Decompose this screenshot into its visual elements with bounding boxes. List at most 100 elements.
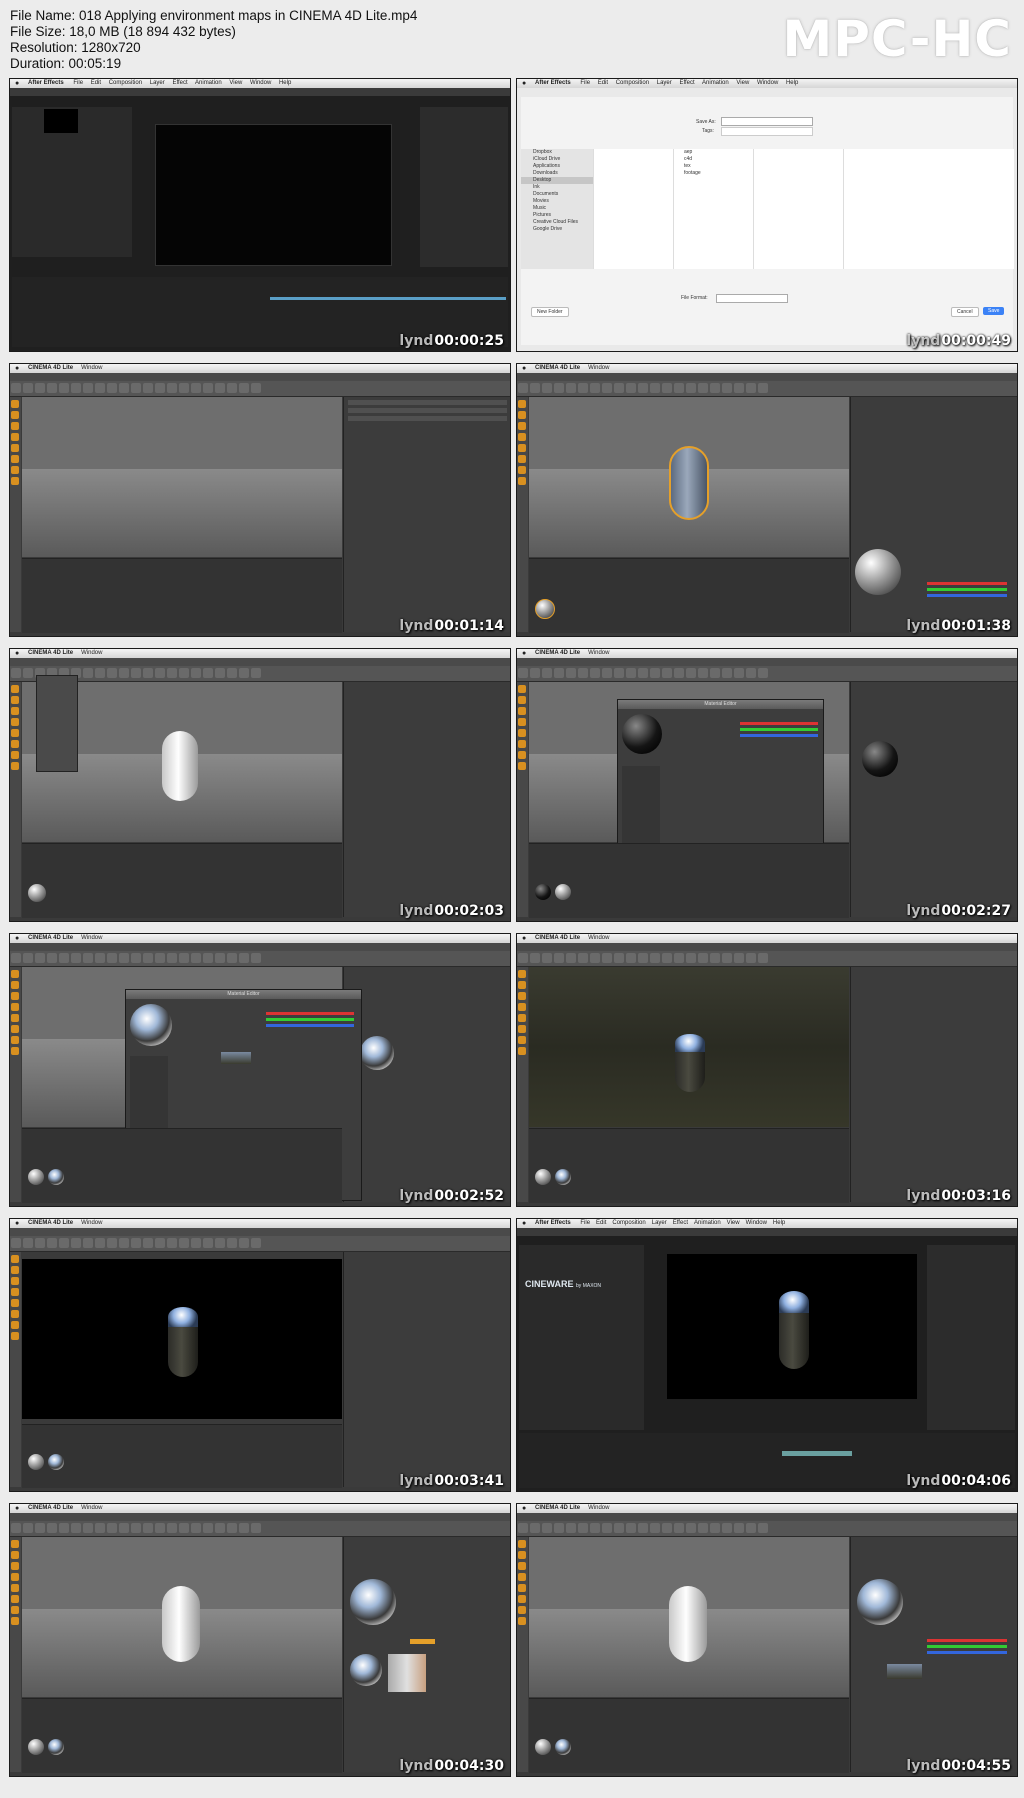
material-thumbnail[interactable]: [555, 1169, 571, 1185]
sidebar-item[interactable]: Documents: [521, 191, 593, 198]
folder-item[interactable]: footage: [674, 170, 754, 177]
chrome-reflection: [779, 1291, 809, 1313]
timestamp: lynd00:04:06: [906, 1473, 1011, 1489]
sidebar-item[interactable]: Google Drive: [521, 226, 593, 233]
sidebar-item[interactable]: Ink: [521, 184, 593, 191]
color-slider-green[interactable]: [927, 588, 1007, 591]
object-attributes-panel: [343, 397, 510, 632]
mac-menubar: ● CINEMA 4D Lite Window: [517, 649, 1017, 658]
thumbnail-frame-7[interactable]: ● CINEMA 4D Lite Window Material Editor ly…: [9, 933, 511, 1207]
thumbnail-frame-6[interactable]: ● CINEMA 4D Lite Window Material Editor ly…: [516, 648, 1018, 922]
thumbnail-frame-10[interactable]: ● After Effects File Edit Composition Layer…: [516, 1218, 1018, 1492]
sidebar-item[interactable]: Downloads: [521, 170, 593, 177]
color-slider-blue[interactable]: [266, 1024, 354, 1027]
thumbnail-frame-4[interactable]: ● CINEMA 4D Lite Window lynd00:01:38: [516, 363, 1018, 637]
color-slider-blue[interactable]: [927, 1651, 1007, 1654]
folder-item[interactable]: aep: [674, 149, 754, 156]
timestamp: lynd00:02:27: [906, 903, 1011, 919]
sidebar-item[interactable]: Pictures: [521, 212, 593, 219]
left-toolbar: [10, 1537, 21, 1772]
window-title: [517, 373, 1017, 381]
footage-thumbnail: [44, 109, 78, 133]
color-slider-green[interactable]: [927, 1645, 1007, 1648]
color-slider-green[interactable]: [740, 728, 818, 731]
sidebar-item[interactable]: Movies: [521, 198, 593, 205]
material-thumbnail[interactable]: [28, 1169, 44, 1185]
c4d-toolbar: [10, 381, 510, 397]
color-slider-blue[interactable]: [740, 734, 818, 737]
sidebar-item-selected[interactable]: Desktop: [521, 177, 593, 184]
material-editor-title: Material Editor: [126, 990, 361, 999]
color-slider-red[interactable]: [266, 1012, 354, 1015]
material-thumbnail[interactable]: [555, 884, 571, 900]
file-format-select[interactable]: [716, 294, 788, 303]
thumbnail-frame-9[interactable]: ● CINEMA 4D Lite Window lynd00:03:41: [9, 1218, 511, 1492]
save-as-field[interactable]: [721, 117, 813, 126]
sidebar-item[interactable]: Applications: [521, 163, 593, 170]
thumbnail-frame-2[interactable]: ● After Effects File Edit Composition La…: [516, 78, 1018, 352]
texture-thumbnail[interactable]: [221, 1052, 251, 1064]
thumbnail-frame-3[interactable]: ● CINEMA 4D Lite Window lynd00:01:14: [9, 363, 511, 637]
material-thumbnail[interactable]: [535, 599, 555, 619]
timestamp: lynd00:00:25: [399, 333, 504, 349]
save-button[interactable]: Save: [983, 307, 1005, 315]
left-toolbar: [517, 967, 528, 1202]
attributes-panel: [850, 682, 1017, 917]
c4d-toolbar: [10, 951, 510, 967]
finder-column-4: [843, 149, 1014, 269]
material-thumbnail[interactable]: [555, 1739, 571, 1755]
material-thumbnail[interactable]: [535, 884, 551, 900]
thumbnail-frame-1[interactable]: ● After Effects File Edit Composition La…: [9, 78, 511, 352]
capsule-object[interactable]: [669, 1586, 707, 1662]
texture-thumbnail[interactable]: [887, 1664, 922, 1679]
timeline: [22, 1424, 342, 1488]
layer-tab-active[interactable]: [410, 1639, 435, 1644]
tags-field[interactable]: [721, 127, 813, 136]
color-slider-red[interactable]: [740, 722, 818, 725]
capsule-object[interactable]: [162, 731, 198, 801]
material-thumbnail[interactable]: [535, 1739, 551, 1755]
sidebar-item[interactable]: iCloud Drive: [521, 156, 593, 163]
sidebar-item[interactable]: Creative Cloud Files: [521, 219, 593, 226]
mac-menubar: ● CINEMA 4D Lite Window: [10, 364, 510, 373]
thumbnail-frame-5[interactable]: ● CINEMA 4D Lite Window lynd00:02:03: [9, 648, 511, 922]
timestamp: lynd00:03:16: [906, 1188, 1011, 1204]
c4d-toolbar: [517, 666, 1017, 682]
color-slider-blue[interactable]: [927, 594, 1007, 597]
sidebar-item[interactable]: Dropbox: [521, 149, 593, 156]
create-menu-dropdown[interactable]: [36, 675, 78, 772]
sidebar-item[interactable]: Music: [521, 205, 593, 212]
cancel-button[interactable]: Cancel: [951, 307, 979, 317]
3d-viewport[interactable]: [22, 397, 342, 557]
new-folder-button[interactable]: New Folder: [531, 307, 569, 317]
menu-item: Layer: [149, 80, 165, 86]
mac-menubar: ● CINEMA 4D Lite Window: [517, 934, 1017, 943]
mac-menubar: ● After Effects File Edit Composition La…: [517, 79, 1017, 88]
left-toolbar: [10, 967, 21, 1202]
color-slider-green[interactable]: [266, 1018, 354, 1021]
capsule-object-selected[interactable]: [669, 446, 709, 520]
material-thumbnail[interactable]: [48, 1739, 64, 1755]
material-thumbnail[interactable]: [48, 1169, 64, 1185]
thumbnail-frame-8[interactable]: ● CINEMA 4D Lite Window lynd00:03:16: [516, 933, 1018, 1207]
thumbnail-frame-11[interactable]: ● CINEMA 4D Lite Window lynd00:04:30: [9, 1503, 511, 1777]
material-thumbnail[interactable]: [28, 1739, 44, 1755]
material-thumbnail[interactable]: [28, 1454, 44, 1470]
material-thumbnail[interactable]: [28, 884, 46, 902]
tag-properties-panel: [850, 967, 1017, 1202]
timeline: [529, 843, 849, 918]
capsule-object[interactable]: [162, 1586, 200, 1662]
material-thumbnail[interactable]: [535, 1169, 551, 1185]
folder-item[interactable]: c4d: [674, 156, 754, 163]
left-toolbar: [10, 1252, 21, 1487]
color-slider-red[interactable]: [927, 1639, 1007, 1642]
material-thumbnail[interactable]: [48, 1454, 64, 1470]
composition-viewer: [155, 124, 392, 266]
compositing-tag-panel: [343, 1252, 510, 1487]
timestamp: lynd00:04:30: [399, 1758, 504, 1774]
apple-icon: ●: [522, 80, 527, 87]
layer-bar[interactable]: [782, 1451, 852, 1456]
color-slider-red[interactable]: [927, 582, 1007, 585]
thumbnail-frame-12[interactable]: ● CINEMA 4D Lite Window lynd00:04:55: [516, 1503, 1018, 1777]
folder-item[interactable]: tex: [674, 163, 754, 170]
